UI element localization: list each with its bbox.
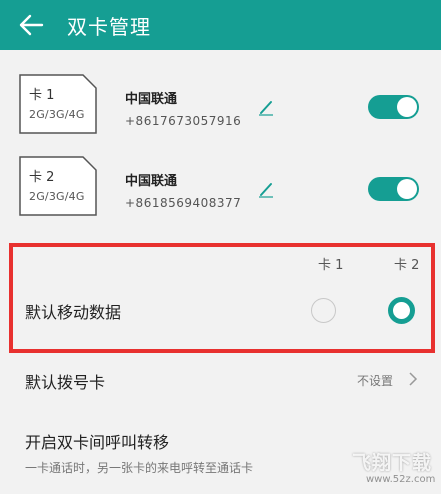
default-data-label: 默认移动数据	[25, 303, 122, 322]
sim-card-row-1: 卡 1 2G/3G/4G 中国联通 +8617673057916	[0, 70, 441, 156]
watermark-logo-text: 飞翔下载	[352, 452, 433, 474]
radio-sim1-data[interactable]	[311, 298, 336, 323]
sim-enable-toggle[interactable]	[368, 95, 419, 119]
edit-pencil-icon[interactable]	[257, 180, 275, 198]
sim-enable-toggle[interactable]	[368, 177, 419, 201]
carrier-name: 中国联通	[125, 174, 178, 189]
call-forward-description: 一卡通话时，另一张卡的来电呼转至通话卡	[25, 461, 254, 475]
sim-card-icon: 卡 2 2G/3G/4G	[19, 156, 97, 216]
phone-number: +8618569408377	[125, 196, 242, 210]
toggle-knob	[397, 97, 417, 117]
highlight-frame	[9, 243, 435, 353]
site-watermark: 飞翔下载 www.52z.com	[352, 448, 438, 492]
carrier-name: 中国联通	[125, 92, 178, 107]
toggle-knob	[397, 179, 417, 199]
radio-sim2-data[interactable]	[388, 297, 415, 324]
chevron-right-icon	[409, 372, 418, 386]
page-title: 双卡管理	[67, 15, 151, 39]
radio-dot	[396, 305, 407, 316]
app-header: 双卡管理	[0, 0, 441, 50]
phone-number: +8617673057916	[125, 114, 242, 128]
column-label-sim2: 卡 2	[394, 258, 420, 273]
arrow-left-icon[interactable]	[18, 13, 44, 37]
sim-card-icon: 卡 1 2G/3G/4G	[19, 74, 97, 134]
default-dial-label: 默认拨号卡	[25, 373, 106, 392]
sim-card-label: 卡 1	[29, 88, 55, 103]
watermark-url: www.52z.com	[366, 474, 436, 485]
column-label-sim1: 卡 1	[318, 258, 344, 273]
call-forward-title: 开启双卡间呼叫转移	[25, 433, 170, 452]
sim-network-label: 2G/3G/4G	[29, 190, 85, 203]
sim-network-label: 2G/3G/4G	[29, 108, 85, 121]
sim-card-row-2: 卡 2 2G/3G/4G 中国联通 +8618569408377	[0, 152, 441, 238]
sim-card-label: 卡 2	[29, 170, 55, 185]
default-dial-value: 不设置	[357, 374, 394, 388]
edit-pencil-icon[interactable]	[257, 98, 275, 116]
